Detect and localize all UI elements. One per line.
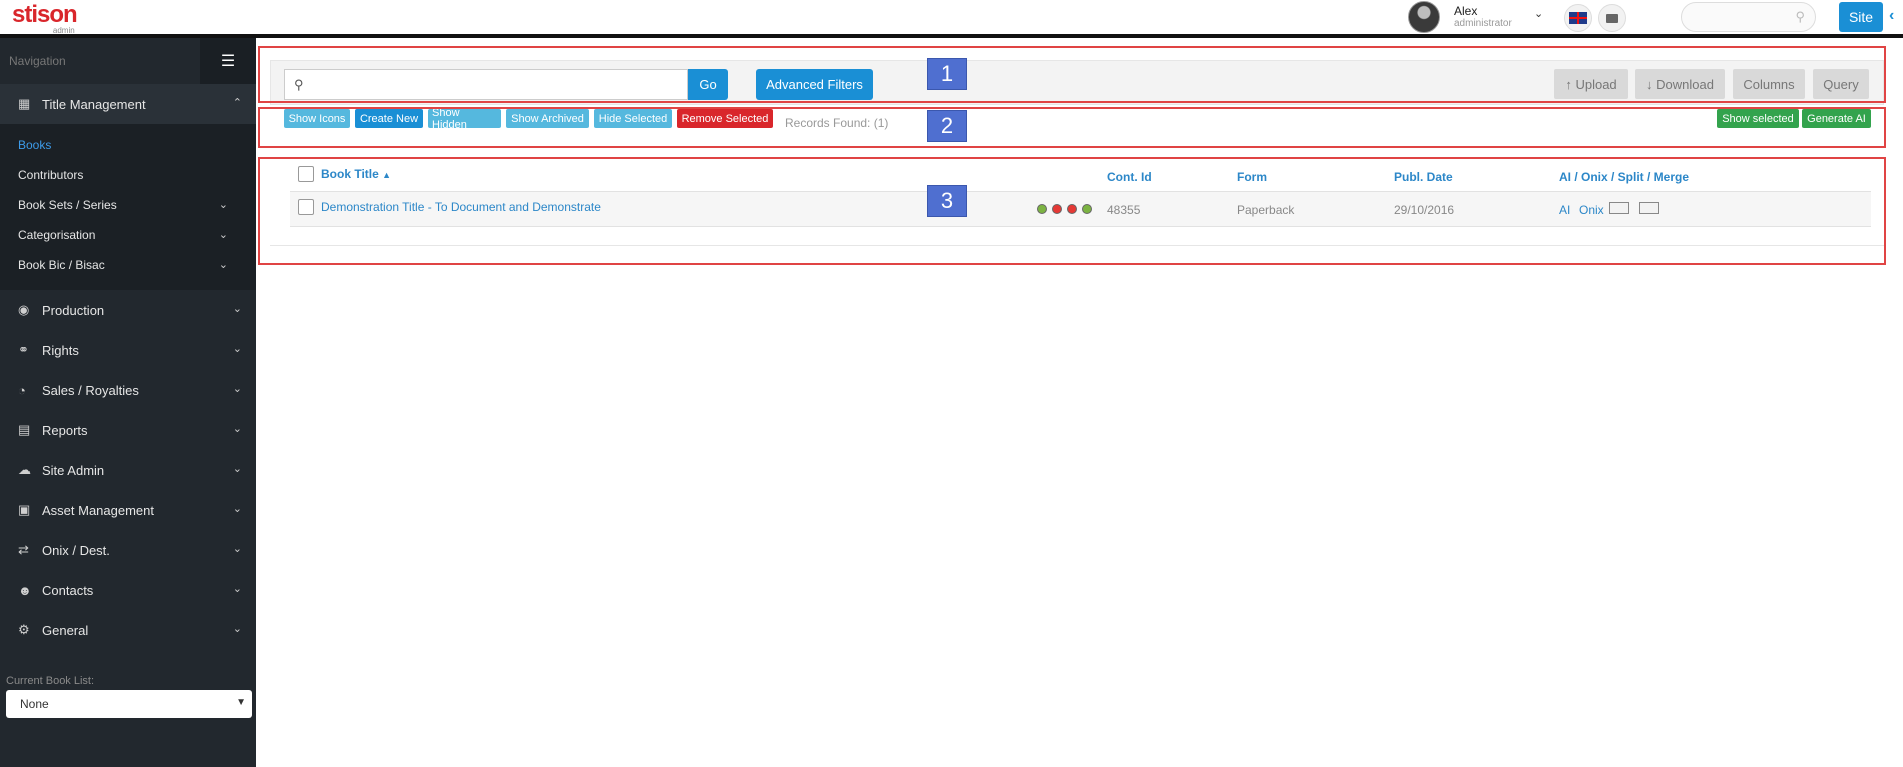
user-name: Alex [1454, 4, 1478, 18]
site-button[interactable]: Site [1839, 2, 1883, 32]
title-management-submenu: Books Contributors Book Sets / Series ⌄ … [0, 124, 256, 290]
sidebar-item-contacts[interactable]: ☻ Contacts ⌄ [0, 570, 256, 610]
chevron-down-icon: ⌄ [218, 259, 228, 271]
sidebar-item-general[interactable]: ⚙ General ⌄ [0, 610, 256, 650]
users-icon: ☻ [18, 582, 32, 598]
sidebar: Navigation ☰ ▦ Title Management ⌃ Books … [0, 38, 256, 767]
annotation-box-1 [258, 46, 1886, 103]
sidebar-item-sales-royalties[interactable]: ◔ Sales / Royalties ⌄ [0, 370, 256, 410]
messages-button[interactable] [1598, 4, 1626, 32]
select-value: None [20, 697, 49, 711]
user-role: administrator [1454, 18, 1512, 29]
logo-subtext: admin [52, 26, 75, 35]
chevron-down-icon: ⌄ [232, 543, 242, 555]
sidebar-item-onix-dest[interactable]: ⇄ Onix / Dest. ⌄ [0, 530, 256, 570]
logo[interactable]: stison admin [12, 1, 78, 36]
document-icon: ▤ [18, 422, 31, 437]
sidebar-item-reports[interactable]: ▤ Reports ⌄ [0, 410, 256, 450]
chevron-down-icon: ⌄ [232, 383, 242, 395]
sidebar-item-books[interactable]: Books [0, 130, 256, 160]
palette-icon: ◉ [18, 302, 30, 317]
chevron-down-icon: ⌄ [232, 423, 242, 435]
sidebar-item-book-sets[interactable]: Book Sets / Series ⌄ [0, 190, 256, 220]
sidebar-item-categorisation[interactable]: Categorisation ⌄ [0, 220, 256, 250]
search-icon: ⚲ [1795, 9, 1805, 24]
exchange-icon: ⇄ [18, 542, 29, 557]
chevron-down-icon: ⌄ [232, 303, 242, 315]
sidebar-item-title-management[interactable]: ▦ Title Management ⌃ [0, 84, 256, 124]
annotation-marker-3: 3 [927, 185, 967, 217]
chevron-down-icon: ⌄ [232, 583, 242, 595]
link-icon: ⚭ [18, 342, 29, 357]
chevron-down-icon: ⌄ [232, 503, 242, 515]
sidebar-item-production[interactable]: ◉ Production ⌄ [0, 290, 256, 330]
annotation-box-2 [258, 107, 1886, 148]
chevron-down-icon: ⌄ [218, 199, 228, 211]
sidebar-item-asset-management[interactable]: ▣ Asset Management ⌄ [0, 490, 256, 530]
menu-toggle-icon[interactable]: ☰ [200, 38, 256, 84]
sidebar-item-label: Sales / Royalties [42, 382, 139, 398]
cogs-icon: ⚙ [18, 622, 30, 637]
sidebar-item-label: Book Bic / Bisac [18, 258, 105, 272]
chevron-down-icon: ⌄ [218, 229, 228, 241]
image-icon: ▣ [18, 502, 31, 517]
chevron-down-icon: ⌄ [232, 623, 242, 635]
sidebar-item-label: General [42, 622, 89, 638]
cloud-icon: ☁ [18, 462, 31, 477]
sidebar-item-label: Title Management [42, 96, 146, 112]
chevron-up-icon: ⌃ [232, 97, 242, 109]
sidebar-item-label: Categorisation [18, 228, 96, 242]
sidebar-item-label: Contacts [42, 582, 94, 598]
sidebar-item-label: Asset Management [42, 502, 155, 518]
sidebar-item-label: Site Admin [42, 462, 105, 478]
annotation-marker-2: 2 [927, 110, 967, 142]
sidebar-item-site-admin[interactable]: ☁ Site Admin ⌄ [0, 450, 256, 490]
avatar [1408, 1, 1440, 33]
annotation-marker-1: 1 [927, 58, 967, 90]
sidebar-item-label: Book Sets / Series [18, 198, 117, 212]
uk-flag-icon [1569, 12, 1587, 24]
sidebar-item-label: Production [42, 302, 105, 318]
current-book-list-select[interactable]: None ▼ [6, 690, 252, 718]
header-search-input[interactable]: ⚲ [1681, 2, 1816, 32]
annotation-box-3 [258, 157, 1886, 265]
sidebar-item-label: Reports [42, 422, 88, 438]
book-icon: ▦ [18, 96, 31, 111]
chevron-down-icon[interactable]: ⌄ [1534, 7, 1543, 20]
current-book-list-label: Current Book List: [6, 675, 95, 687]
sidebar-item-rights[interactable]: ⚭ Rights ⌄ [0, 330, 256, 370]
sidebar-item-label: Onix / Dest. [42, 542, 110, 558]
logo-text: stison [12, 1, 78, 28]
language-button[interactable] [1564, 4, 1592, 32]
pie-chart-icon: ◔ [18, 382, 26, 398]
caret-down-icon: ▼ [236, 697, 246, 708]
sidebar-item-contributors[interactable]: Contributors [0, 160, 256, 190]
sidebar-item-label: Rights [42, 342, 79, 358]
top-bar: stison admin Alex administrator ⌄ ⚲ Site… [0, 0, 1903, 38]
sidebar-item-bic-bisac[interactable]: Book Bic / Bisac ⌄ [0, 250, 256, 280]
chevron-left-icon[interactable]: ‹ [1889, 7, 1894, 25]
envelope-icon [1606, 13, 1618, 23]
chevron-down-icon: ⌄ [232, 463, 242, 475]
chevron-down-icon: ⌄ [232, 343, 242, 355]
